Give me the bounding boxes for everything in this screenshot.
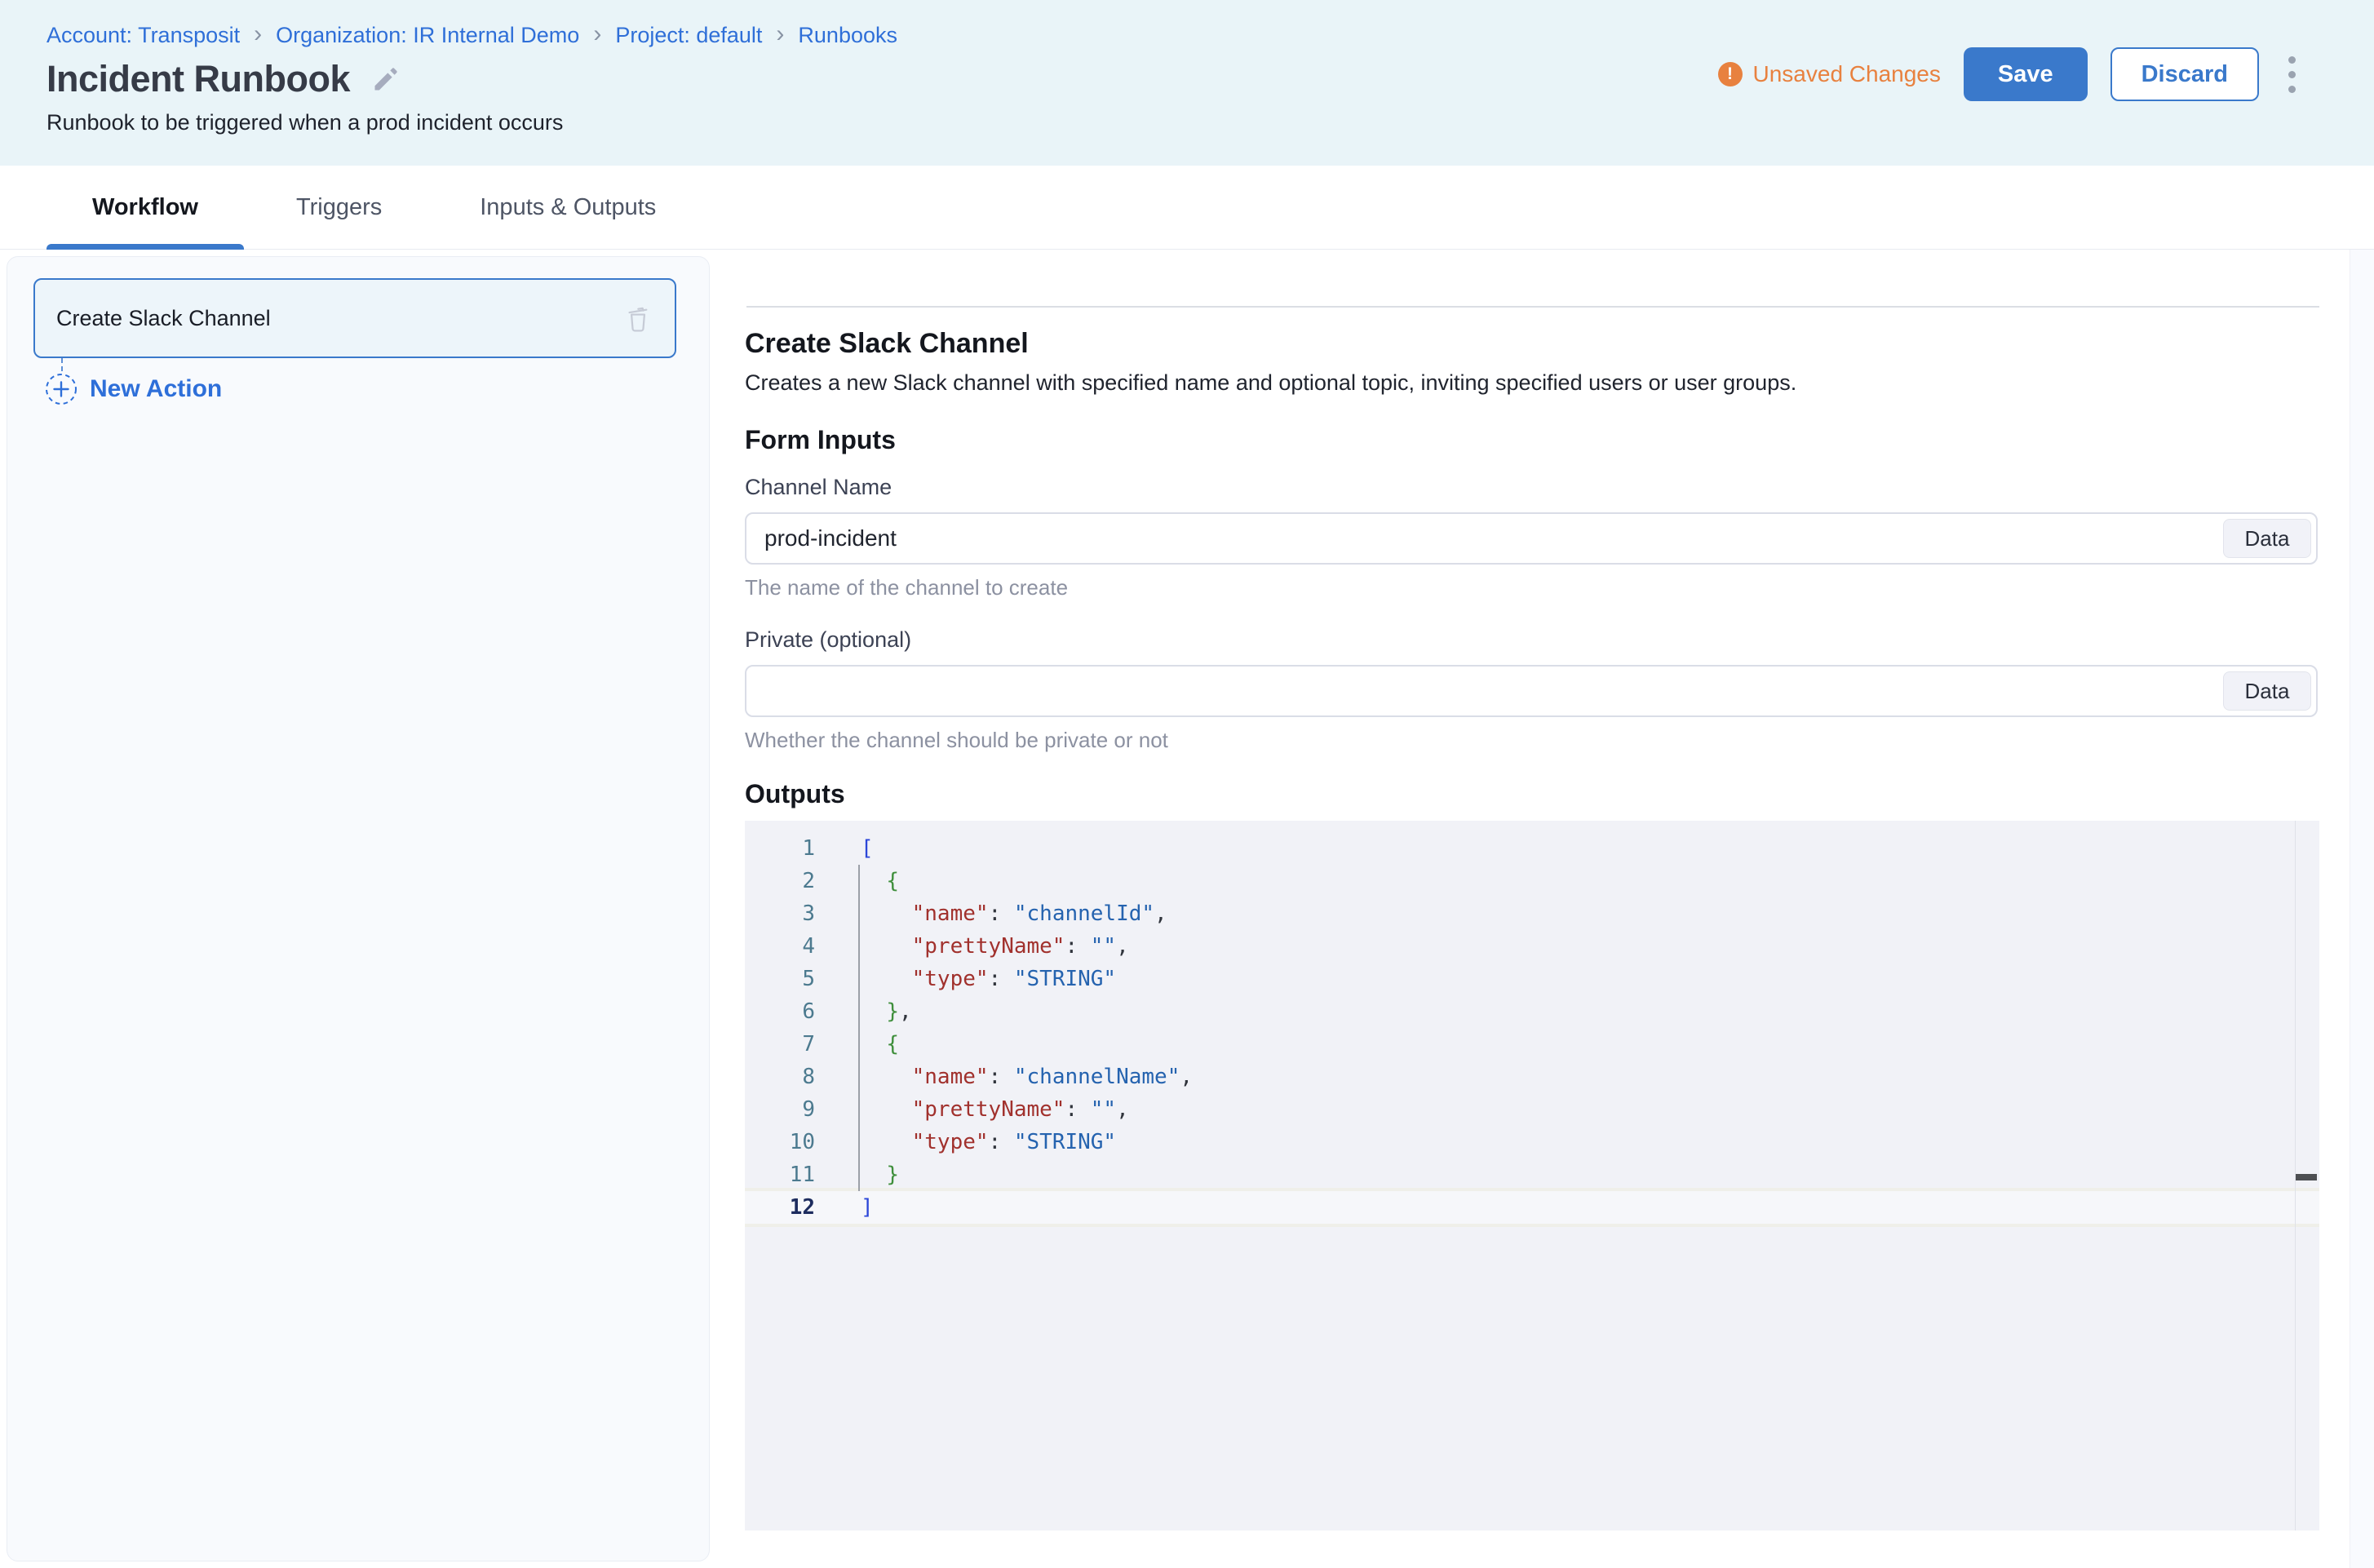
line-number: 5 xyxy=(745,963,815,995)
tab-workflow-label: Workflow xyxy=(92,194,198,221)
discard-button[interactable]: Discard xyxy=(2110,47,2259,101)
code-lines: 1[2 {3 "name": "channelId",4 "prettyName… xyxy=(745,832,2319,1224)
private-help-text: Whether the channel should be private or… xyxy=(745,727,2319,754)
delete-action-trash-icon[interactable] xyxy=(622,303,653,334)
new-action-label: New Action xyxy=(90,375,222,403)
code-line-5: 5 "type": "STRING" xyxy=(745,963,2319,995)
warning-icon: ! xyxy=(1718,62,1743,86)
form-inputs-heading: Form Inputs xyxy=(745,424,2319,455)
line-content: ] xyxy=(815,1191,874,1224)
line-number: 11 xyxy=(745,1158,815,1191)
workflow-steps-panel: Create Slack Channel New A xyxy=(7,256,710,1561)
action-detail-panel: Create Slack Channel Creates a new Slack… xyxy=(745,250,2319,1568)
code-line-9: 9 "prettyName": "", xyxy=(745,1093,2319,1126)
code-line-7: 7 { xyxy=(745,1028,2319,1061)
chevron-right-icon: › xyxy=(254,22,262,47)
line-content: "type": "STRING" xyxy=(815,1126,1116,1158)
tab-inputs-outputs[interactable]: Inputs & Outputs xyxy=(434,166,702,249)
line-content: "name": "channelId", xyxy=(815,897,1167,930)
breadcrumb-item-project[interactable]: Project: default xyxy=(615,23,762,48)
code-line-2: 2 { xyxy=(745,865,2319,897)
breadcrumb-item-organization[interactable]: Organization: IR Internal Demo xyxy=(276,23,579,48)
line-content: } xyxy=(815,1158,899,1191)
code-line-12: 12] xyxy=(745,1191,2319,1224)
tab-triggers[interactable]: Triggers xyxy=(250,166,427,249)
breadcrumb: Account: Transposit › Organization: IR I… xyxy=(47,23,2374,48)
runbook-editor-page: Account: Transposit › Organization: IR I… xyxy=(0,0,2374,1568)
code-line-1: 1[ xyxy=(745,832,2319,865)
private-input[interactable] xyxy=(745,665,2318,717)
line-content: "prettyName": "", xyxy=(815,930,1129,963)
line-number: 3 xyxy=(745,897,815,930)
channel-name-input-wrap: Data xyxy=(745,512,2318,565)
action-detail-title: Create Slack Channel xyxy=(745,327,2319,361)
tab-bar: Workflow Triggers Inputs & Outputs xyxy=(0,166,2374,250)
header: Account: Transposit › Organization: IR I… xyxy=(0,0,2374,166)
tab-triggers-label: Triggers xyxy=(296,194,382,221)
private-label: Private (optional) xyxy=(745,626,2319,653)
breadcrumb-item-runbooks[interactable]: Runbooks xyxy=(798,23,897,48)
line-content: [ xyxy=(815,832,874,865)
channel-name-label: Channel Name xyxy=(745,473,2319,501)
code-line-3: 3 "name": "channelId", xyxy=(745,897,2319,930)
active-tab-underline xyxy=(47,244,244,250)
page-title: Incident Runbook xyxy=(47,58,350,100)
line-number: 10 xyxy=(745,1126,815,1158)
line-number: 1 xyxy=(745,832,815,865)
line-number: 9 xyxy=(745,1093,815,1126)
line-content: { xyxy=(815,1028,899,1061)
editor-scrollbar-lane[interactable] xyxy=(2295,821,2319,1530)
line-number: 4 xyxy=(745,930,815,963)
channel-name-input[interactable] xyxy=(745,512,2318,565)
private-input-wrap: Data xyxy=(745,665,2318,717)
line-content: "type": "STRING" xyxy=(815,963,1116,995)
save-button[interactable]: Save xyxy=(1964,47,2088,101)
action-card-create-slack-channel[interactable]: Create Slack Channel xyxy=(33,278,676,358)
page-scrollbar-track[interactable] xyxy=(2350,250,2374,1568)
line-number: 6 xyxy=(745,995,815,1028)
indent-guide-line xyxy=(858,865,860,1191)
line-content: "name": "channelName", xyxy=(815,1061,1193,1093)
header-actions: ! Unsaved Changes Save Discard xyxy=(1718,47,2303,101)
edit-title-pencil-icon[interactable] xyxy=(371,64,401,94)
detail-top-divider xyxy=(746,306,2319,308)
plus-icon xyxy=(45,373,78,405)
line-number: 2 xyxy=(745,865,815,897)
line-number: 8 xyxy=(745,1061,815,1093)
more-options-kebab-icon[interactable] xyxy=(2282,51,2302,98)
action-detail-description: Creates a new Slack channel with specifi… xyxy=(745,369,2319,396)
outputs-code-editor[interactable]: 1[2 {3 "name": "channelId",4 "prettyName… xyxy=(745,821,2319,1530)
new-action-button[interactable]: New Action xyxy=(45,373,709,405)
line-number: 7 xyxy=(745,1028,815,1061)
workflow-connector-line xyxy=(61,358,709,371)
content-area: Create Slack Channel New A xyxy=(0,250,2374,1568)
editor-scrollbar-cursor-marker xyxy=(2296,1174,2317,1180)
line-content: "prettyName": "", xyxy=(815,1093,1129,1126)
tab-workflow[interactable]: Workflow xyxy=(47,166,244,249)
code-line-11: 11 } xyxy=(745,1158,2319,1191)
unsaved-changes-label: Unsaved Changes xyxy=(1753,61,1941,87)
chevron-right-icon: › xyxy=(776,22,784,47)
page-subtitle: Runbook to be triggered when a prod inci… xyxy=(47,110,2374,135)
channel-name-data-button[interactable]: Data xyxy=(2223,519,2311,558)
outputs-heading: Outputs xyxy=(745,778,2319,809)
line-number: 12 xyxy=(745,1191,815,1224)
line-content: { xyxy=(815,865,899,897)
code-line-4: 4 "prettyName": "", xyxy=(745,930,2319,963)
channel-name-help-text: The name of the channel to create xyxy=(745,574,2319,601)
unsaved-changes-status: ! Unsaved Changes xyxy=(1718,61,1941,87)
code-line-10: 10 "type": "STRING" xyxy=(745,1126,2319,1158)
code-line-8: 8 "name": "channelName", xyxy=(745,1061,2319,1093)
tab-inputs-outputs-label: Inputs & Outputs xyxy=(480,194,656,221)
line-content: }, xyxy=(815,995,912,1028)
chevron-right-icon: › xyxy=(593,22,601,47)
breadcrumb-item-account[interactable]: Account: Transposit xyxy=(47,23,240,48)
private-data-button[interactable]: Data xyxy=(2223,671,2311,711)
code-line-6: 6 }, xyxy=(745,995,2319,1028)
action-card-label: Create Slack Channel xyxy=(56,306,622,331)
